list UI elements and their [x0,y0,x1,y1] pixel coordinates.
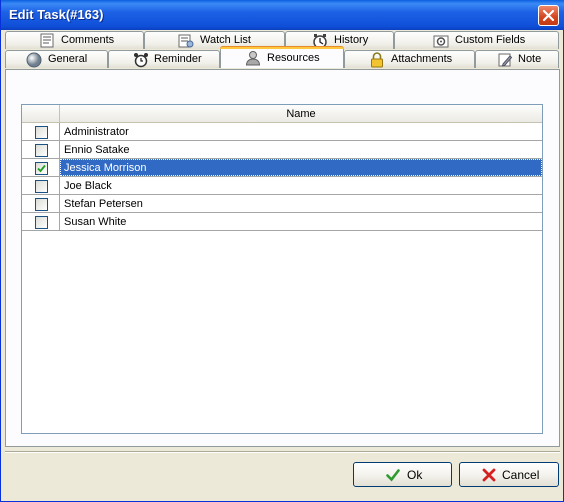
cancel-button-label: Cancel [502,468,540,482]
footer-divider [5,451,560,453]
check-cell [22,177,60,194]
ok-button-label: Ok [407,468,423,482]
table-row[interactable]: Administrator [22,123,542,141]
alarm-clock-icon [133,52,149,68]
tab-custom-fields[interactable]: Custom Fields [394,31,559,49]
tab-resources-label: Resources [267,52,320,64]
table-row[interactable]: Joe Black [22,177,542,195]
tab-attachments-label: Attachments [391,53,453,65]
tab-reminder-label: Reminder [154,53,202,65]
check-cell [22,195,60,212]
tab-comments-label: Comments [61,34,115,46]
check-cell [22,159,60,176]
check-cell [22,213,60,230]
general-icon [26,52,42,68]
tab-watch-list-label: Watch List [200,34,251,46]
tab-history-label: History [334,34,369,46]
tab-reminder[interactable]: Reminder [108,50,220,68]
table-row[interactable]: Ennio Satake [22,141,542,159]
table-row-selected[interactable]: Jessica Morrison [22,159,542,177]
resource-checkbox[interactable] [35,126,48,139]
resources-grid[interactable]: Name Administrator Ennio Satake Jessica … [21,104,543,434]
tab-note[interactable]: Note [475,50,559,68]
resources-icon [245,50,261,66]
check-cell [22,123,60,140]
tab-general-label: General [48,53,88,65]
column-header-name[interactable]: Name [60,108,542,120]
custom-fields-icon [433,33,449,49]
close-button[interactable] [538,5,559,26]
tab-comments[interactable]: Comments [5,31,144,49]
grid-header: Name [22,105,542,123]
resource-name: Jessica Morrison [64,162,147,174]
table-row[interactable]: Stefan Petersen [22,195,542,213]
resource-name: Joe Black [64,180,112,192]
watch-list-icon [178,33,194,49]
resource-checkbox-checked[interactable] [35,162,48,175]
resource-name: Susan White [64,216,127,228]
grid-header-check-column[interactable] [22,105,60,122]
resource-checkbox[interactable] [35,180,48,193]
padlock-icon [369,52,385,68]
tab-custom-fields-label: Custom Fields [455,34,526,46]
tab-attachments[interactable]: Attachments [344,50,475,68]
tab-note-label: Note [518,53,542,65]
ok-button[interactable]: Ok [353,462,452,487]
tab-resources[interactable]: Resources [220,46,344,68]
checkmark-icon [386,468,400,482]
cancel-x-icon [482,468,496,482]
resource-name: Ennio Satake [64,144,130,156]
check-cell [22,141,60,158]
window-title: Edit Task(#163) [9,7,104,22]
checkmark-icon [37,164,46,173]
resource-checkbox[interactable] [35,216,48,229]
resource-name: Administrator [64,126,129,138]
resource-checkbox[interactable] [35,144,48,157]
edit-task-dialog: Edit Task(#163) Comments Watch List Hist… [0,0,564,502]
resource-name: Stefan Petersen [64,198,143,210]
title-bar[interactable]: Edit Task(#163) [1,0,564,30]
tab-general[interactable]: General [5,50,108,68]
comments-icon [40,33,56,49]
note-icon [497,52,513,68]
table-row[interactable]: Susan White [22,213,542,231]
resource-checkbox[interactable] [35,198,48,211]
cancel-button[interactable]: Cancel [459,462,559,487]
